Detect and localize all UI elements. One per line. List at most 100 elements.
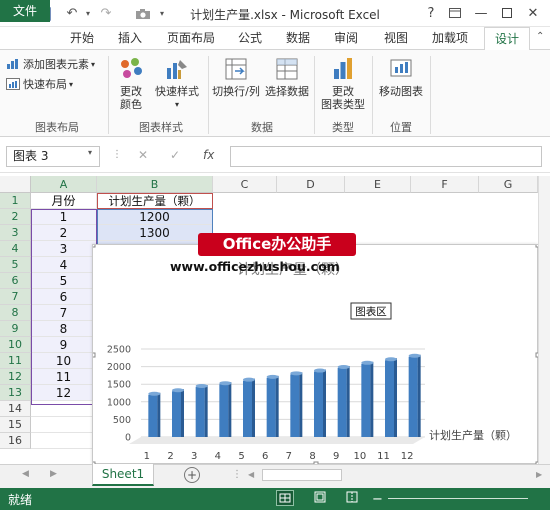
tab-view[interactable]: 视图 (376, 27, 416, 49)
help-icon[interactable]: ? (420, 2, 442, 24)
column-header-c[interactable]: C (213, 176, 277, 193)
name-box[interactable]: 图表 3 (6, 146, 100, 167)
row-header-7[interactable]: 7 (0, 289, 31, 305)
cell-b1[interactable]: 计划生产量（颗） (97, 193, 213, 209)
zoom-out-icon[interactable]: − (372, 492, 383, 507)
cell-a14[interactable] (31, 401, 97, 417)
cell-a2[interactable]: 1 (31, 209, 97, 225)
column-header-f[interactable]: F (411, 176, 479, 193)
select-data-button[interactable]: 选择数据 (262, 56, 312, 98)
row-header-2[interactable]: 2 (0, 209, 31, 225)
cell-a5[interactable]: 4 (31, 257, 97, 273)
embedded-chart[interactable]: 计划生产量（颗） 图表区 0 500 1000 1500 2000 2500 1 2 3 4 5 6 7 8 9… (90, 242, 541, 467)
column-header-b[interactable]: B (97, 176, 213, 193)
cell-a11[interactable]: 10 (31, 353, 97, 369)
change-colors-button[interactable]: 更改 颜色 (114, 56, 148, 111)
row-header-9[interactable]: 9 (0, 321, 31, 337)
row-header-13[interactable]: 13 (0, 385, 31, 401)
cell-a4[interactable]: 3 (31, 241, 97, 257)
quick-layout-icon (6, 78, 20, 90)
add-chart-element-button[interactable]: 添加图表元素 ▾ (6, 55, 95, 73)
minimize-icon[interactable]: — (470, 2, 492, 24)
cell-a10[interactable]: 9 (31, 337, 97, 353)
row-header-5[interactable]: 5 (0, 257, 31, 273)
cell-a16[interactable] (31, 433, 97, 449)
hscroll-left-icon[interactable]: ◀ (248, 470, 254, 479)
tab-page-layout[interactable]: 页面布局 (160, 27, 222, 49)
row-header-3[interactable]: 3 (0, 225, 31, 241)
zoom-slider[interactable] (388, 498, 528, 499)
row-header-15[interactable]: 15 (0, 417, 31, 433)
cell-a13[interactable]: 12 (31, 385, 97, 401)
tab-file[interactable]: 文件 (0, 0, 50, 22)
undo-dropdown-icon[interactable]: ▾ (82, 4, 94, 23)
column-header-g[interactable]: G (479, 176, 538, 193)
normal-view-icon[interactable] (276, 490, 294, 506)
quick-styles-button[interactable]: 快速样式 ▾ (150, 56, 204, 111)
row-header-8[interactable]: 8 (0, 305, 31, 321)
tab-split-icon[interactable]: ⋮ (232, 469, 242, 480)
change-colors-label-1: 更改 (120, 85, 142, 98)
new-sheet-icon[interactable]: + (184, 467, 200, 483)
move-chart-button[interactable]: 移动图表 (376, 56, 426, 98)
sheet-prev-icon[interactable]: ◀ (22, 469, 29, 479)
cell-a15[interactable] (31, 417, 97, 433)
row-header-10[interactable]: 10 (0, 337, 31, 353)
cell-a1[interactable]: 月份 (31, 193, 97, 209)
confirm-icon[interactable]: ✓ (170, 148, 180, 162)
column-header-d[interactable]: D (277, 176, 345, 193)
switch-row-column-button[interactable]: 切换行/列 (210, 56, 262, 98)
tab-insert[interactable]: 插入 (110, 27, 150, 49)
tab-home[interactable]: 开始 (62, 27, 102, 49)
cell-a7[interactable]: 6 (31, 289, 97, 305)
name-box-dropdown-icon[interactable]: ▾ (88, 148, 92, 157)
ribbon-display-icon[interactable] (444, 2, 466, 24)
tab-data[interactable]: 数据 (278, 27, 318, 49)
add-chart-element-label: 添加图表元素 (23, 58, 89, 71)
change-chart-type-label-1: 更改 (332, 85, 354, 98)
vertical-scrollbar[interactable] (538, 176, 550, 464)
row-header-12[interactable]: 12 (0, 369, 31, 385)
x-tick-label: 5 (238, 451, 244, 462)
cancel-icon[interactable]: ✕ (138, 148, 148, 162)
undo-icon[interactable]: ↶ (62, 4, 82, 23)
tab-formulas[interactable]: 公式 (230, 27, 270, 49)
page-break-view-icon[interactable] (344, 490, 362, 506)
cell-b2[interactable]: 1200 (97, 209, 213, 225)
hscroll-right-icon[interactable]: ▶ (536, 470, 542, 479)
cell-a8[interactable]: 7 (31, 305, 97, 321)
camera-icon[interactable] (132, 4, 154, 23)
insert-function-icon[interactable]: fx (203, 148, 214, 162)
tab-review[interactable]: 审阅 (326, 27, 366, 49)
change-chart-type-button[interactable]: 更改 图表类型 (318, 56, 368, 111)
x-tick-label: 10 (353, 451, 366, 462)
sheet-next-icon[interactable]: ▶ (50, 469, 57, 479)
cell-a3[interactable]: 2 (31, 225, 97, 241)
maximize-icon[interactable] (496, 2, 518, 24)
row-header-4[interactable]: 4 (0, 241, 31, 257)
tab-addins[interactable]: 加载项 (424, 27, 476, 49)
row-header-14[interactable]: 14 (0, 401, 31, 417)
column-header-e[interactable]: E (345, 176, 411, 193)
row-header-11[interactable]: 11 (0, 353, 31, 369)
row-header-6[interactable]: 6 (0, 273, 31, 289)
row-header-1[interactable]: 1 (0, 193, 31, 209)
page-layout-view-icon[interactable] (312, 490, 330, 506)
redo-icon[interactable]: ↷ (96, 4, 116, 23)
quick-layout-button[interactable]: 快速布局 ▾ (6, 75, 73, 93)
sheet-tab-sheet1[interactable]: Sheet1 (92, 464, 154, 486)
column-header-a[interactable]: A (31, 176, 97, 193)
cell-a9[interactable]: 8 (31, 321, 97, 337)
close-icon[interactable]: ✕ (522, 2, 544, 24)
tab-design[interactable]: 设计 (484, 27, 530, 51)
qat-customize-icon[interactable]: ▾ (156, 4, 168, 23)
bar (290, 374, 300, 437)
row-header-16[interactable]: 16 (0, 433, 31, 449)
cell-a6[interactable]: 5 (31, 273, 97, 289)
formula-input[interactable] (230, 146, 542, 167)
collapse-ribbon-icon[interactable]: ⌃ (536, 31, 544, 42)
cell-a12[interactable]: 11 (31, 369, 97, 385)
select-all-button[interactable] (0, 176, 31, 193)
horizontal-scrollbar-thumb[interactable] (262, 469, 342, 481)
cell-b3[interactable]: 1300 (97, 225, 213, 241)
